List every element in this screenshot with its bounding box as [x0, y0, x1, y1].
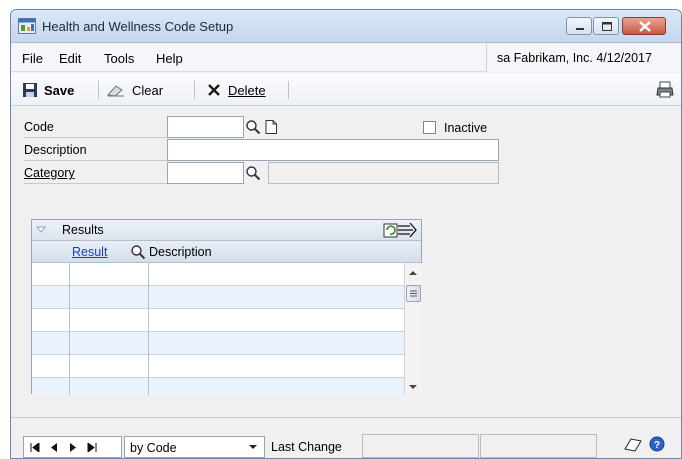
save-label: Save	[44, 82, 75, 98]
close-icon	[639, 21, 651, 32]
app-window: Health and Wellness Code Setup File Edit…	[10, 9, 682, 459]
window-title: Health and Wellness Code Setup	[42, 19, 234, 34]
menu-tools[interactable]: Tools	[104, 51, 134, 66]
minimize-icon	[576, 28, 584, 30]
minimize-button[interactable]	[566, 17, 592, 35]
app-window-icon	[18, 18, 36, 34]
status-bar: by Code Last Change ?	[11, 417, 681, 458]
table-row[interactable]	[32, 378, 404, 395]
company-info-text: sa Fabrikam, Inc. 4/12/2017	[497, 51, 652, 65]
scroll-down-arrow-icon[interactable]	[408, 383, 418, 391]
grid-title-bar: Results	[32, 220, 421, 241]
record-navigator	[23, 436, 122, 458]
delete-button[interactable]: Delete	[206, 80, 266, 100]
code-input[interactable]	[167, 116, 244, 138]
column-divider	[69, 263, 70, 395]
delete-x-icon	[208, 84, 220, 96]
save-button[interactable]: Save	[22, 80, 74, 100]
sort-order-dropdown[interactable]: by Code	[124, 436, 265, 458]
expand-grid-icon[interactable]	[383, 222, 419, 239]
form-area: Code Inactive Description Category Resul…	[11, 107, 681, 407]
toolbar: Save Clear Delete	[11, 73, 681, 106]
category-link[interactable]: Category	[24, 162, 167, 184]
description-label: Description	[24, 139, 167, 161]
inactive-label: Inactive	[444, 121, 488, 135]
result-column-link[interactable]: Result	[72, 245, 107, 259]
sort-order-value: by Code	[130, 441, 177, 455]
help-icon[interactable]: ?	[649, 436, 665, 452]
user-company-date: sa Fabrikam, Inc. 4/12/2017	[486, 44, 681, 72]
last-record-icon[interactable]	[87, 443, 97, 452]
menu-help[interactable]: Help	[156, 51, 183, 66]
svg-text:?: ?	[654, 440, 660, 451]
category-description-display	[268, 162, 499, 184]
title-bar: Health and Wellness Code Setup	[11, 10, 681, 43]
note-icon[interactable]	[623, 437, 643, 453]
result-lookup-icon[interactable]	[130, 244, 146, 260]
description-column-header: Description	[149, 245, 212, 259]
last-change-user-field	[480, 434, 597, 458]
table-row[interactable]	[32, 332, 404, 355]
scroll-thumb[interactable]	[406, 285, 421, 302]
toolbar-separator	[194, 81, 195, 99]
delete-label: Delete	[228, 82, 266, 98]
code-label: Code	[24, 116, 167, 138]
collapse-arrow-icon[interactable]	[36, 226, 46, 234]
grid-column-header: Result Description	[32, 241, 421, 263]
grip-icon	[410, 290, 417, 297]
menu-edit[interactable]: Edit	[59, 51, 81, 66]
table-row[interactable]	[32, 309, 404, 332]
results-grid: Results Result Description	[31, 219, 422, 395]
menu-file[interactable]: File	[22, 51, 43, 66]
first-record-icon[interactable]	[30, 443, 40, 452]
scroll-up-arrow-icon[interactable]	[408, 269, 418, 277]
inactive-checkbox[interactable]	[423, 121, 436, 134]
clear-button[interactable]: Clear	[106, 80, 163, 100]
table-row[interactable]	[32, 286, 404, 309]
grid-scrollbar[interactable]	[404, 263, 422, 394]
chevron-down-icon	[249, 445, 257, 449]
grid-title: Results	[62, 223, 104, 237]
print-icon[interactable]	[656, 81, 674, 99]
last-change-date-field	[362, 434, 479, 458]
previous-record-icon[interactable]	[50, 443, 58, 452]
close-button[interactable]	[622, 17, 666, 35]
clear-label: Clear	[132, 82, 164, 98]
maximize-button[interactable]	[593, 17, 619, 35]
column-divider	[148, 263, 149, 395]
save-icon	[23, 83, 37, 97]
eraser-icon	[107, 85, 124, 97]
maximize-icon	[602, 22, 612, 31]
toolbar-separator	[288, 81, 289, 99]
next-record-icon[interactable]	[69, 443, 77, 452]
category-input[interactable]	[167, 162, 244, 184]
description-input[interactable]	[167, 139, 499, 161]
last-change-label: Last Change	[271, 440, 342, 454]
new-note-icon[interactable]	[263, 119, 279, 135]
table-row[interactable]	[32, 355, 404, 378]
table-row[interactable]	[32, 263, 404, 286]
code-lookup-icon[interactable]	[245, 119, 261, 135]
toolbar-separator	[98, 81, 99, 99]
category-lookup-icon[interactable]	[245, 165, 261, 181]
